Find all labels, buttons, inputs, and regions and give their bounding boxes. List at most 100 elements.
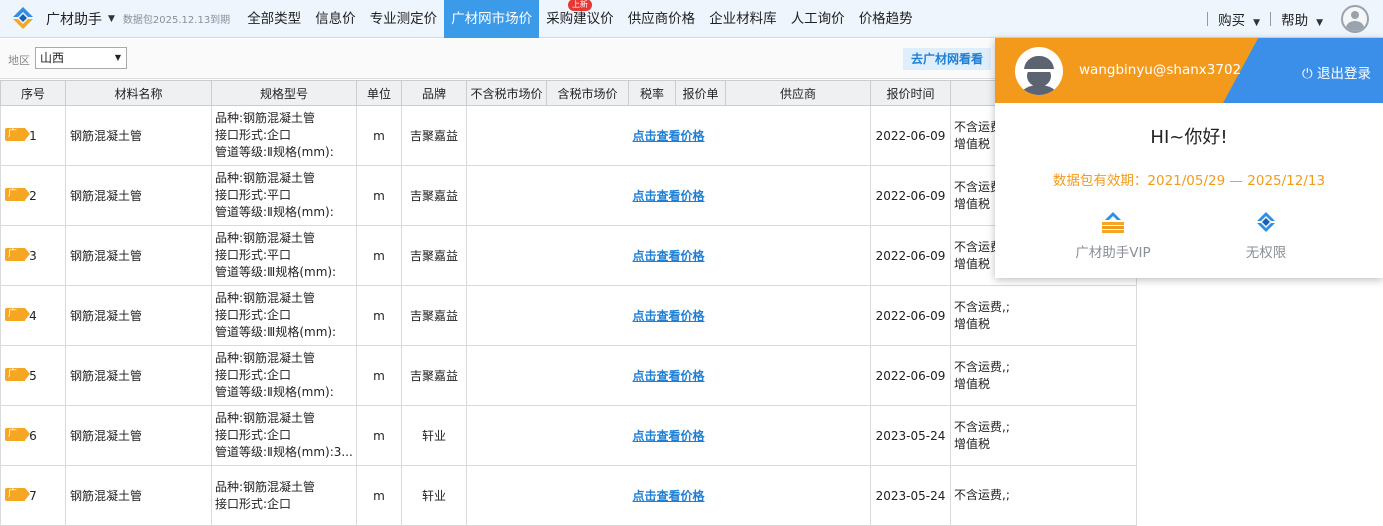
spec-line: 管道等级:Ⅲ规格(mm): xyxy=(215,265,337,279)
app-logo-icon[interactable] xyxy=(10,6,36,32)
column-header[interactable]: 规格型号 xyxy=(211,80,357,106)
view-price-link[interactable]: 点击查看价格 xyxy=(466,165,871,226)
help-menu[interactable]: 帮助 ▼ xyxy=(1271,9,1333,29)
source-tag: 广 xyxy=(5,188,30,201)
brand: 吉聚嘉益 xyxy=(401,105,467,166)
note-cell: 不含运费,; 增值税 xyxy=(950,285,1137,346)
tab-price-trend[interactable]: 价格趋势 xyxy=(852,0,920,38)
column-header[interactable]: 报价单 xyxy=(675,80,726,106)
unit: m xyxy=(356,285,402,346)
column-header[interactable]: 不含税市场价 xyxy=(466,80,547,106)
greeting: HI~你好! xyxy=(1150,127,1228,148)
view-price-link[interactable]: 点击查看价格 xyxy=(466,465,871,526)
column-header[interactable]: 供应商 xyxy=(725,80,871,106)
table-row[interactable]: 广 3 钢筋混凝土管 品种:钢筋混凝土管 接口形式:平口 管道等级:Ⅲ规格(mm): m 吉聚… xyxy=(0,225,1137,286)
column-header[interactable]: 序号 xyxy=(0,80,66,106)
column-header[interactable]: 含税市场价 xyxy=(546,80,629,106)
region-label: 地区 xyxy=(8,54,30,67)
package-expiry-note: 数据包2025.12.13到期 xyxy=(122,15,231,26)
buy-menu[interactable]: 购买 ▼ xyxy=(1208,9,1270,29)
chevron-down-icon: ▼ xyxy=(1253,18,1261,28)
table-row[interactable]: 广 1 钢筋混凝土管 品种:钢筋混凝土管 接口形式:企口 管道等级:Ⅱ规格(mm): m 吉聚… xyxy=(0,105,1137,166)
column-header[interactable]: 税率 xyxy=(628,80,676,106)
column-header[interactable]: 材料名称 xyxy=(65,80,212,106)
tab-all-types[interactable]: 全部类型 xyxy=(240,0,308,38)
tab-market-price[interactable]: 广材网市场价 xyxy=(444,0,540,38)
buy-label: 购买 xyxy=(1218,13,1246,29)
spec-cell: 品种:钢筋混凝土管 接口形式:企口 管道等级:Ⅱ规格(mm): xyxy=(211,105,357,166)
user-avatar-icon[interactable] xyxy=(1341,5,1369,33)
column-header[interactable]: 单位 xyxy=(356,80,402,106)
view-price-link[interactable]: 点击查看价格 xyxy=(466,225,871,286)
spec-line: 接口形式:平口 xyxy=(215,188,292,202)
spec-cell: 品种:钢筋混凝土管 接口形式:企口 管道等级:Ⅲ规格(mm): xyxy=(211,285,357,346)
view-price-link[interactable]: 点击查看价格 xyxy=(466,105,871,166)
table-row[interactable]: 广 2 钢筋混凝土管 品种:钢筋混凝土管 接口形式:平口 管道等级:Ⅱ规格(mm): m 吉聚… xyxy=(0,165,1137,226)
table-row[interactable]: 广 7 钢筋混凝土管 品种:钢筋混凝土管 接口形式:企口 m 轩业 点击查看价格 2023-05… xyxy=(0,465,1137,526)
tab-purchase-advice-price[interactable]: 采购建议价 上新 xyxy=(539,0,621,38)
view-price-link[interactable]: 点击查看价格 xyxy=(466,345,871,406)
material-name: 钢筋混凝土管 xyxy=(65,465,212,526)
column-header[interactable]: 报价时间 xyxy=(870,80,951,106)
app-menu-caret-icon[interactable]: ▼ xyxy=(108,14,115,24)
help-label: 帮助 xyxy=(1281,13,1309,29)
spec-line: 接口形式:企口 xyxy=(215,496,292,511)
region-select[interactable]: 山西 ▼ xyxy=(35,47,127,69)
material-name: 钢筋混凝土管 xyxy=(65,225,212,286)
app-name[interactable]: 广材助手 xyxy=(46,9,102,29)
material-name: 钢筋混凝土管 xyxy=(65,165,212,226)
spec-line: 接口形式:企口 xyxy=(215,428,292,442)
note-line: 增值税 xyxy=(954,376,991,391)
category-tabs: 全部类型 信息价 专业测定价 广材网市场价 采购建议价 上新 供应商价格 企业材… xyxy=(240,0,920,38)
spec-cell: 品种:钢筋混凝土管 接口形式:平口管道等级:Ⅱ规格(mm): xyxy=(211,165,357,226)
username: wangbinyu@shanx3702 xyxy=(1079,62,1242,78)
note-cell: 不含运费,; 增值税 xyxy=(950,345,1137,406)
note-cell: 不含运费,; 增值税 xyxy=(950,405,1137,466)
app-logo-icon xyxy=(1253,211,1279,235)
row-index-cell: 广4 xyxy=(0,285,66,346)
spec-line: 管道等级:Ⅱ规格(mm): xyxy=(215,205,334,219)
goto-site-button[interactable]: 去广材网看看 xyxy=(903,48,992,70)
row-index: 5 xyxy=(29,368,37,383)
spec-line: 品种:钢筋混凝土管 xyxy=(215,291,316,305)
spec-cell: 品种:钢筋混凝土管 接口形式:企口 管道等级:Ⅱ规格(mm):3... xyxy=(211,405,357,466)
view-price-link[interactable]: 点击查看价格 xyxy=(466,285,871,346)
table-row[interactable]: 广 5 钢筋混凝土管 品种:钢筋混凝土管 接口形式:企口 管道等级:Ⅱ规格(mm): m 吉聚… xyxy=(0,345,1137,406)
tab-enterprise-library[interactable]: 企业材料库 xyxy=(702,0,784,38)
spec-cell: 品种:钢筋混凝土管 接口形式:企口 管道等级:Ⅱ规格(mm): xyxy=(211,345,357,406)
note-line: 增值税 xyxy=(954,316,991,331)
view-price-link[interactable]: 点击查看价格 xyxy=(466,405,871,466)
unit: m xyxy=(356,105,402,166)
row-index: 1 xyxy=(29,128,37,143)
permission-none[interactable]: 无权限 xyxy=(1206,211,1326,261)
right-tools: 购买 ▼ 帮助 ▼ xyxy=(1207,0,1383,38)
quote-date: 2023-05-24 xyxy=(870,465,951,526)
brand: 轩业 xyxy=(401,465,467,526)
spec-line: 品种:钢筋混凝土管 xyxy=(215,171,316,185)
permission-vip[interactable]: 广材助手VIP xyxy=(1053,211,1173,261)
table-body: 广 1 钢筋混凝土管 品种:钢筋混凝土管 接口形式:企口 管道等级:Ⅱ规格(mm): m 吉聚… xyxy=(0,105,1137,526)
tab-manual-inquiry[interactable]: 人工询价 xyxy=(784,0,852,38)
row-index-cell: 广3 xyxy=(0,225,66,286)
spec-line: 品种:钢筋混凝土管 xyxy=(215,231,316,245)
row-index-cell: 广2 xyxy=(0,165,66,226)
brand: 吉聚嘉益 xyxy=(401,225,467,286)
tab-professional-price[interactable]: 专业测定价 xyxy=(363,0,445,38)
tab-info-price[interactable]: 信息价 xyxy=(308,0,363,38)
row-index-cell: 广5 xyxy=(0,345,66,406)
note-cell: 不含运费,; xyxy=(950,465,1137,526)
source-tag: 广 xyxy=(5,248,30,261)
row-index: 4 xyxy=(29,308,37,323)
region-value: 山西 xyxy=(40,51,65,65)
column-header[interactable]: 品牌 xyxy=(401,80,467,106)
note-line: 不含运费,; xyxy=(954,299,1010,314)
source-tag: 广 xyxy=(5,308,30,321)
logout-button[interactable]: ⏻ 退出登录 xyxy=(1302,62,1371,82)
table-row[interactable]: 广 6 钢筋混凝土管 品种:钢筋混凝土管 接口形式:企口 管道等级:Ⅱ规格(mm):3..… xyxy=(0,405,1137,466)
source-tag: 广 xyxy=(5,368,30,381)
spec-cell: 品种:钢筋混凝土管 接口形式:企口 xyxy=(211,465,357,526)
tab-supplier-price[interactable]: 供应商价格 xyxy=(621,0,703,38)
spec-line: 品种:钢筋混凝土管 xyxy=(215,479,316,494)
table-row[interactable]: 广 4 钢筋混凝土管 品种:钢筋混凝土管 接口形式:企口 管道等级:Ⅲ规格(mm): m 吉聚… xyxy=(0,285,1137,346)
spec-line: 品种:钢筋混凝土管 xyxy=(215,111,316,125)
